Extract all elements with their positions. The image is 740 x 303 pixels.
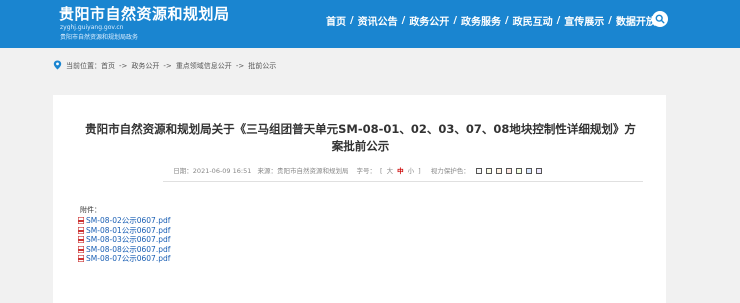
nav-open-data[interactable]: 数据开放 bbox=[616, 13, 656, 28]
site-domain: zyghj.guiyang.gov.cn bbox=[60, 24, 124, 31]
eye-protect-swatch[interactable] bbox=[485, 168, 492, 174]
attachment-label: 附件： bbox=[80, 206, 101, 214]
nav-separator: / bbox=[608, 15, 612, 26]
nav-separator: / bbox=[504, 15, 509, 26]
eye-protect-swatch[interactable] bbox=[515, 168, 522, 174]
eye-protect-swatch[interactable] bbox=[475, 168, 482, 174]
eye-protect-swatch[interactable] bbox=[525, 168, 532, 174]
eye-protect-swatch[interactable] bbox=[535, 168, 542, 174]
pdf-icon bbox=[78, 217, 85, 225]
breadcrumb-home[interactable]: 首页 bbox=[101, 61, 115, 71]
breadcrumb-pre-approval[interactable]: 批前公示 bbox=[248, 61, 276, 71]
breadcrumb-separator: -> bbox=[163, 62, 172, 70]
main-nav: 首页 / 资讯公告 / 政务公开 / 政务服务 / 政民互动 / 宣传展示 / … bbox=[326, 13, 656, 28]
nav-interaction[interactable]: 政民互动 bbox=[513, 13, 553, 28]
breadcrumb: 当前位置： 首页 -> 政务公开 -> 重点领域信息公开 -> 批前公示 bbox=[53, 60, 276, 72]
nav-news[interactable]: 资讯公告 bbox=[358, 13, 398, 28]
font-size-large[interactable]: 大 bbox=[387, 167, 394, 175]
article-panel: 贵阳市自然资源和规划局关于《三马组团普天单元SM-08-01、02、03、07、… bbox=[53, 95, 666, 303]
meta-divider bbox=[163, 181, 643, 182]
font-bracket-open: [ bbox=[380, 167, 383, 175]
nav-gov-service[interactable]: 政务服务 bbox=[461, 13, 501, 28]
article-date: 日期：2021-06-09 16:51 bbox=[173, 167, 252, 175]
attachment-filename[interactable]: SM-08-07公示0607.pdf bbox=[86, 253, 170, 264]
pdf-icon bbox=[78, 245, 85, 253]
pdf-icon bbox=[78, 226, 85, 234]
search-button[interactable] bbox=[652, 11, 668, 27]
location-pin-icon bbox=[53, 60, 62, 72]
nav-home[interactable]: 首页 bbox=[326, 13, 346, 28]
breadcrumb-key-areas[interactable]: 重点领域信息公开 bbox=[176, 61, 232, 71]
font-size-label: 字号： bbox=[356, 167, 377, 175]
breadcrumb-gov-open[interactable]: 政务公开 bbox=[131, 61, 159, 71]
article-title: 贵阳市自然资源和规划局关于《三马组团普天单元SM-08-01、02、03、07、… bbox=[85, 122, 636, 153]
breadcrumb-separator: -> bbox=[235, 62, 245, 70]
pdf-icon bbox=[78, 236, 85, 244]
nav-separator: / bbox=[453, 15, 457, 26]
nav-gov-open[interactable]: 政务公开 bbox=[409, 13, 449, 28]
attachment-link[interactable]: SM-08-07公示0607.pdf bbox=[78, 254, 170, 264]
nav-showcase[interactable]: 宣传展示 bbox=[564, 13, 604, 28]
article-source: 来源：贵阳市自然资源和规划局 bbox=[257, 167, 349, 175]
eye-protect-control: 视力保护色： bbox=[429, 167, 546, 175]
font-size-control: 字号：[ 大中小] bbox=[355, 167, 425, 175]
eye-protect-swatches bbox=[474, 167, 544, 175]
site-header: 贵阳市自然资源和规划局 zyghj.guiyang.gov.cn 贵阳市自然资源… bbox=[0, 0, 740, 48]
eye-protect-swatch[interactable] bbox=[505, 168, 512, 174]
site-title[interactable]: 贵阳市自然资源和规划局 bbox=[59, 3, 230, 24]
font-bracket-close: ] bbox=[418, 167, 421, 175]
font-size-small[interactable]: 小 bbox=[408, 167, 415, 175]
font-size-medium[interactable]: 中 bbox=[397, 167, 404, 175]
pdf-icon bbox=[78, 255, 85, 263]
search-icon bbox=[655, 14, 665, 24]
nav-separator: / bbox=[556, 15, 561, 26]
nav-separator: / bbox=[350, 15, 354, 26]
attachment-list: SM-08-02公示0607.pdf SM-08-01公示0607.pdf SM… bbox=[78, 216, 170, 264]
breadcrumb-prefix: 当前位置： bbox=[66, 62, 101, 70]
article-meta: 日期：2021-06-09 16:51 来源：贵阳市自然资源和规划局 字号：[ 大… bbox=[53, 165, 666, 175]
nav-separator: / bbox=[401, 15, 406, 26]
site-subtitle: 贵阳市自然资源和规划局政务 bbox=[60, 34, 139, 41]
breadcrumb-separator: -> bbox=[119, 62, 128, 70]
eye-protect-label: 视力保护色： bbox=[430, 167, 470, 175]
eye-protect-swatch[interactable] bbox=[495, 168, 502, 174]
